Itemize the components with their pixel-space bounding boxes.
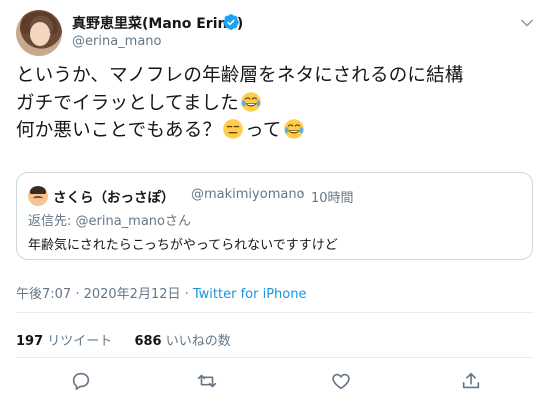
engagement-stats: 197 リツイート 686 いいねの数	[16, 330, 249, 349]
tweet-line-2: ガチでイラッとしてました	[16, 90, 536, 118]
like-label[interactable]: いいねの数	[166, 334, 231, 349]
retweet-count[interactable]: 197	[16, 334, 43, 349]
retweet-label[interactable]: リツイート	[47, 334, 112, 349]
action-bar	[0, 370, 550, 396]
tweet-line-1: というか、マノフレの年齢層をネタにされるのに結構	[16, 65, 464, 86]
quoted-text: 年齢気にされたらこっちがやってられないですすけど	[28, 238, 338, 253]
tweet-timestamp[interactable]: 午後7:07 · 2020年2月12日 ·	[16, 287, 193, 302]
like-icon[interactable]	[330, 370, 352, 392]
tears-of-joy-emoji	[241, 91, 261, 112]
avatar[interactable]	[16, 10, 62, 56]
tweet-line-3a: 何か悪いことでもある？	[16, 120, 222, 141]
display-name[interactable]: 真野恵里菜(Mano Erina)	[72, 13, 243, 33]
reply-suffix: さん	[165, 214, 192, 229]
retweet-icon[interactable]	[196, 370, 218, 392]
quoted-separator: ·	[300, 187, 305, 202]
quoted-display-name: さくら（おっさぽ）	[53, 190, 175, 206]
tweet-card: 真野恵里菜(Mano Erina) @erina_mano というか、マノフレの…	[0, 0, 550, 405]
user-handle[interactable]: @erina_mano	[72, 34, 161, 49]
expressionless-emoji	[223, 119, 243, 139]
tweet-line-3: 何か悪いことでもある？ って	[16, 117, 536, 145]
reply-mention-link[interactable]: @erina_mano	[76, 214, 165, 229]
quoted-tweet[interactable]: さくら（おっさぽ） @makimiyomano · 10時間 返信先: @eri…	[16, 172, 533, 260]
quoted-timestamp: 10時間	[311, 191, 354, 206]
tears-of-joy-emoji	[283, 119, 304, 139]
divider	[16, 312, 534, 313]
quoted-avatar	[28, 186, 48, 206]
tweet-source-link[interactable]: Twitter for iPhone	[193, 287, 307, 302]
chevron-down-icon[interactable]	[518, 14, 536, 32]
quoted-reply-context: 返信先: @erina_manoさん	[28, 210, 191, 229]
tweet-line-2-text: ガチでイラッとしてました	[16, 92, 239, 114]
avatar-face	[30, 22, 50, 46]
like-count[interactable]: 686	[134, 334, 161, 349]
reply-icon[interactable]	[70, 370, 92, 392]
quoted-handle: @makimiyomano	[191, 187, 305, 202]
verified-badge-icon	[223, 14, 239, 30]
divider	[16, 357, 534, 358]
tweet-text: というか、マノフレの年齢層をネタにされるのに結構 ガチでイラッとしてました 何か…	[16, 62, 536, 145]
share-icon[interactable]	[460, 370, 482, 392]
reply-prefix: 返信先:	[28, 214, 76, 229]
tweet-meta: 午後7:07 · 2020年2月12日 · Twitter for iPhone	[16, 283, 306, 302]
tweet-line-3b: って	[245, 120, 282, 141]
